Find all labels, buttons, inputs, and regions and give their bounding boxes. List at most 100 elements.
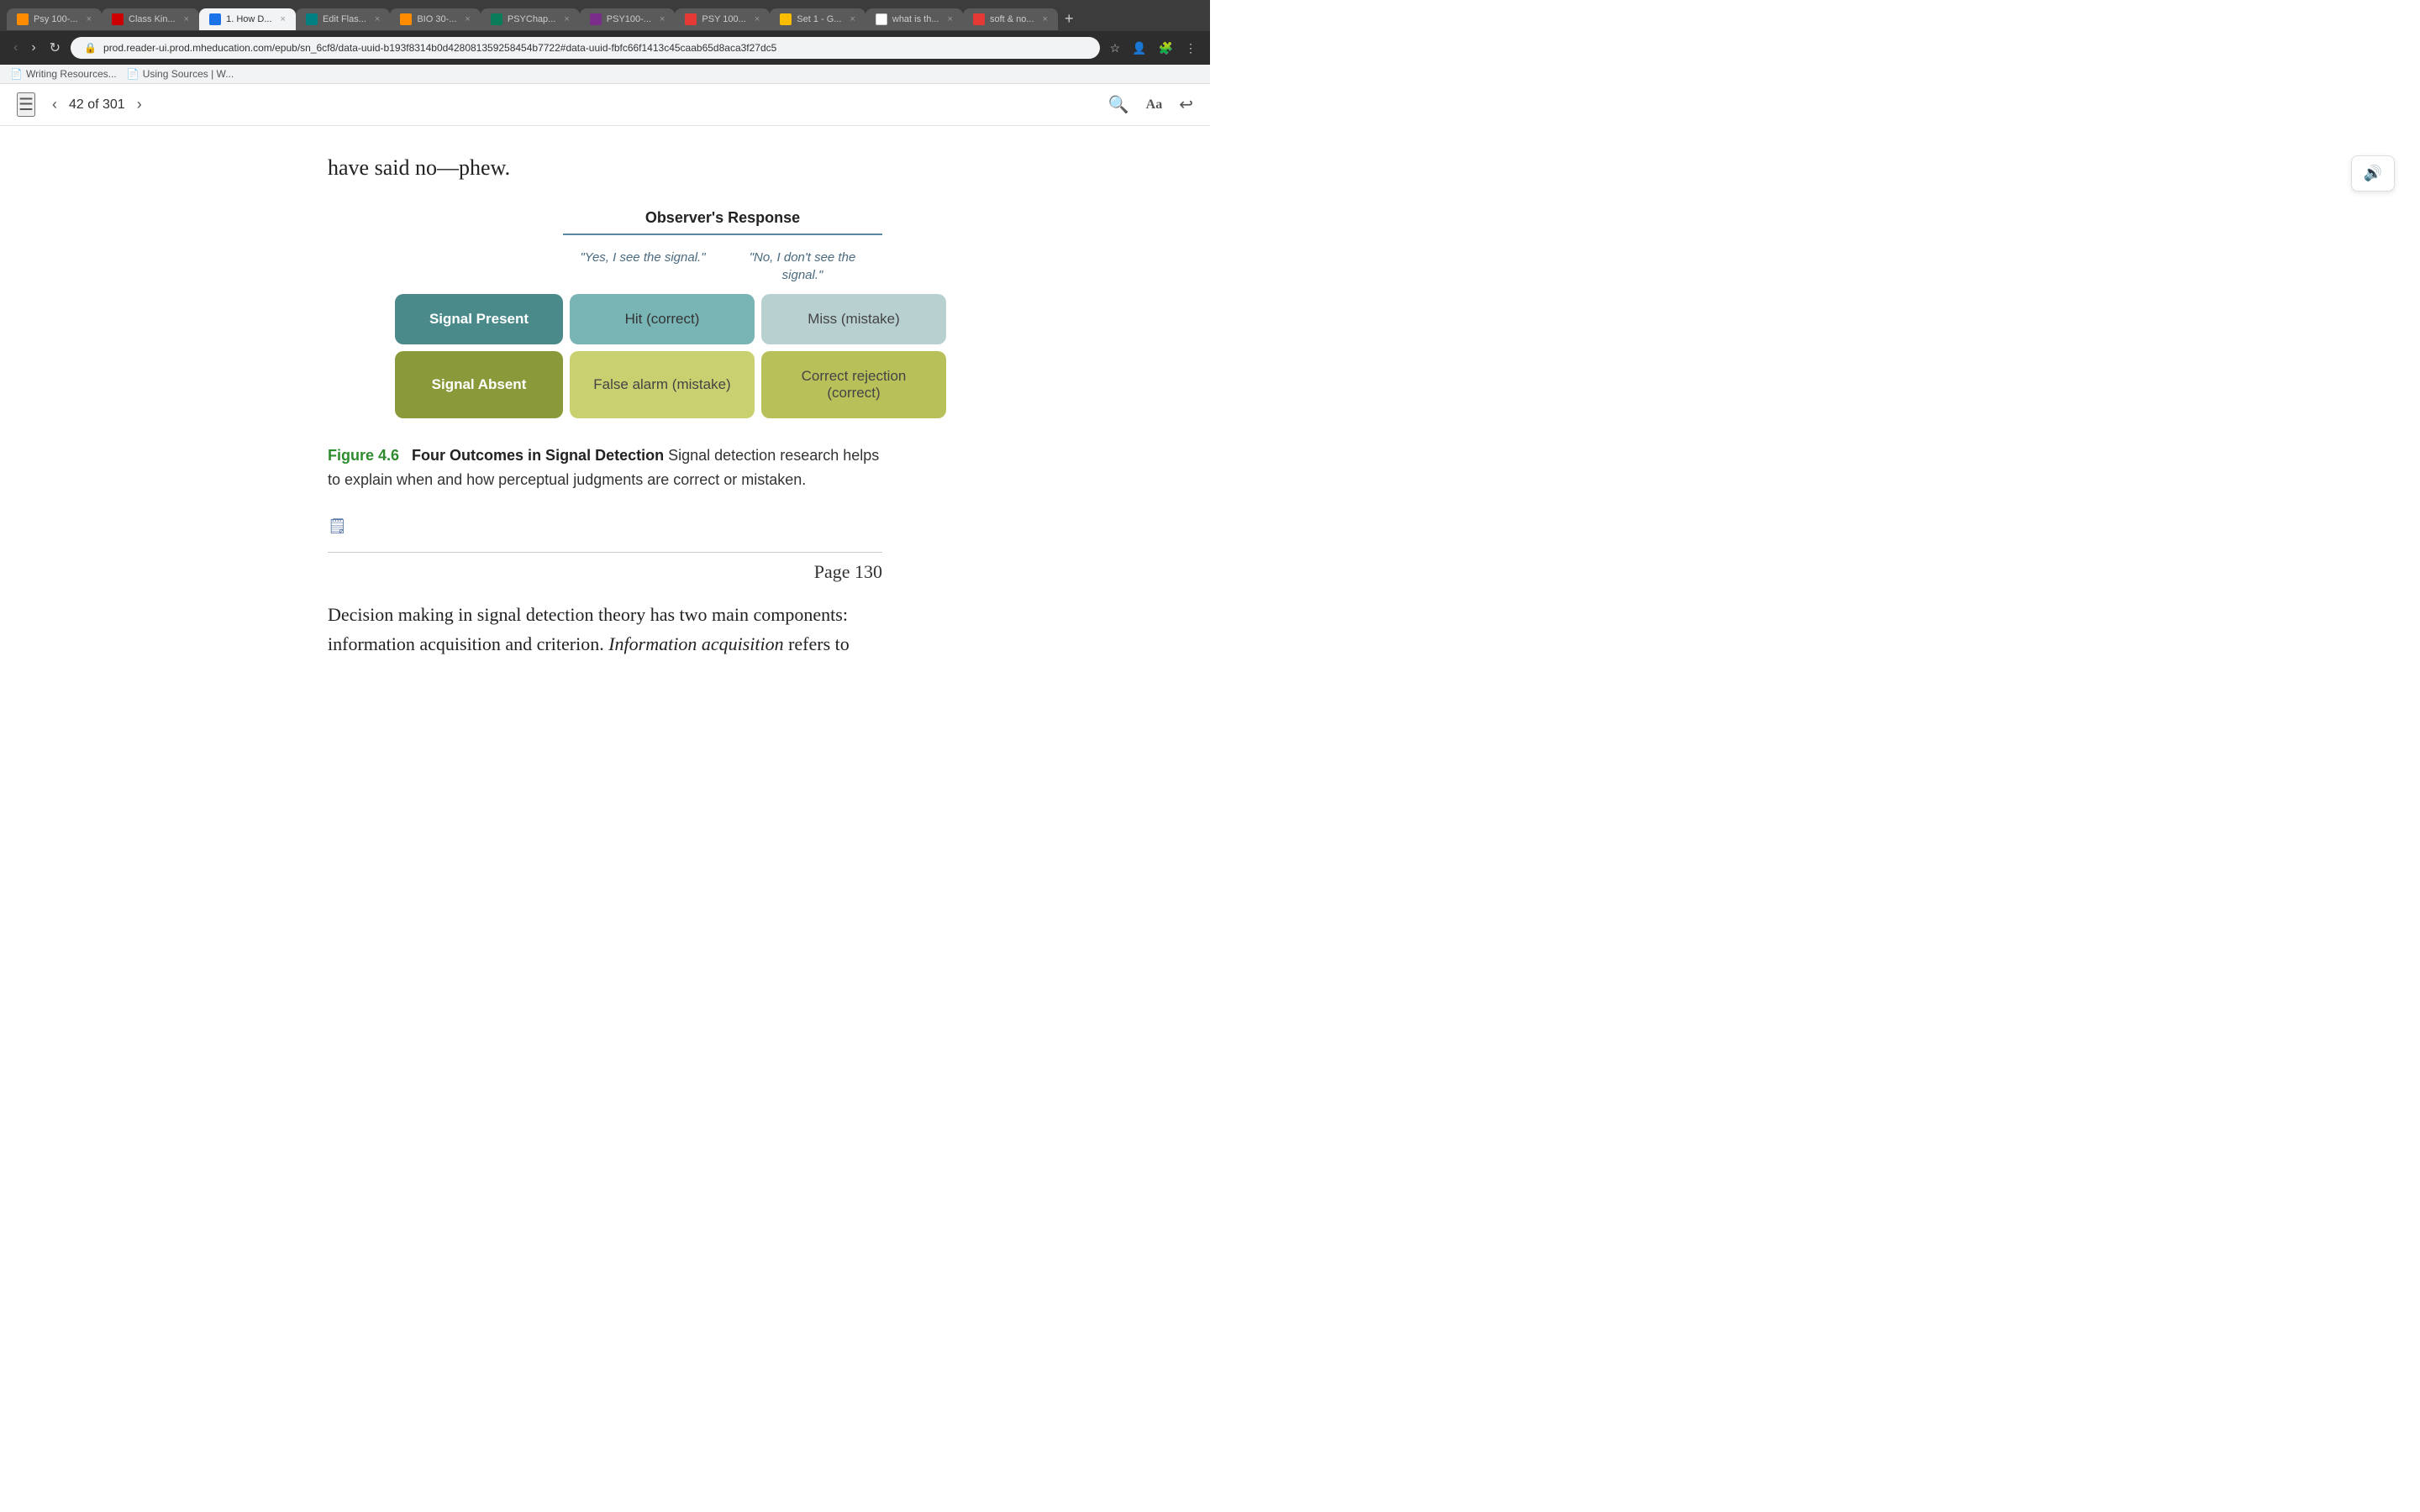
- no-response-header: "No, I don't see the signal.": [723, 249, 882, 284]
- note-icon[interactable]: 🗒: [328, 517, 882, 535]
- tab-close-psy100v3[interactable]: ×: [755, 14, 760, 24]
- tab-bio30[interactable]: BIO 30-... ×: [390, 8, 481, 30]
- bookmarks-bar: 📄 Writing Resources... 📄 Using Sources |…: [0, 65, 1210, 84]
- extensions-button[interactable]: 🧩: [1155, 38, 1176, 59]
- tab-psy100v2[interactable]: PSY100-... ×: [580, 8, 676, 30]
- false-alarm-cell: False alarm (mistake): [570, 351, 755, 418]
- figure-label: Figure 4.6: [328, 447, 399, 464]
- tab-psy100v3[interactable]: PSY 100... ×: [675, 8, 770, 30]
- toc-button[interactable]: ☰: [17, 92, 35, 117]
- page-separator: of: [87, 97, 103, 112]
- tab-title-bio30: BIO 30-...: [417, 14, 456, 24]
- miss-cell: Miss (mistake): [761, 294, 946, 344]
- reload-button[interactable]: ↻: [46, 36, 64, 60]
- tab-title-editflash: Edit Flas...: [323, 14, 366, 24]
- page-number: Page 130: [814, 561, 882, 582]
- tab-close-set1[interactable]: ×: [850, 14, 855, 24]
- tab-editflash[interactable]: Edit Flas... ×: [296, 8, 390, 30]
- new-tab-button[interactable]: +: [1058, 7, 1081, 31]
- tab-close-psychap[interactable]: ×: [564, 14, 569, 24]
- tab-close-bio30[interactable]: ×: [465, 14, 470, 24]
- forward-button[interactable]: ›: [28, 37, 39, 59]
- intro-text: have said no—phew.: [328, 151, 882, 184]
- back-reading-button[interactable]: ↩: [1179, 94, 1193, 115]
- toolbar-left: ☰ ‹ 42 of 301 ›: [17, 92, 145, 117]
- profile-button[interactable]: 👤: [1128, 38, 1150, 59]
- tab-close-editflash[interactable]: ×: [375, 14, 380, 24]
- tab-favicon-howdoes: [209, 13, 221, 25]
- page-total: 301: [103, 97, 125, 112]
- tab-favicon-psy100v3: [685, 13, 697, 25]
- prev-page-button[interactable]: ‹: [49, 92, 60, 117]
- reader-content: have said no—phew. Observer's Response "…: [227, 126, 983, 709]
- signal-detection-table: Observer's Response "Yes, I see the sign…: [395, 209, 882, 418]
- page-indicator: 42 of 301: [69, 97, 125, 113]
- bookmark-writing-icon: 📄: [10, 68, 23, 80]
- url-bar[interactable]: 🔒 prod.reader-ui.prod.mheducation.com/ep…: [71, 37, 1100, 59]
- tab-title-psy100: Psy 100-...: [34, 14, 78, 24]
- tab-title-howdoes: 1. How D...: [226, 14, 271, 24]
- response-sub-headers: "Yes, I see the signal." "No, I don't se…: [563, 249, 882, 284]
- search-button[interactable]: 🔍: [1108, 94, 1129, 115]
- browser-chrome: Psy 100-... × Class Kin... × 1. How D...…: [0, 0, 1210, 84]
- back-button[interactable]: ‹: [10, 37, 21, 59]
- tab-favicon-classking: [112, 13, 124, 25]
- tab-set1[interactable]: Set 1 - G... ×: [770, 8, 865, 30]
- bookmark-sources-label: Using Sources | W...: [143, 68, 234, 80]
- next-page-button[interactable]: ›: [134, 92, 145, 117]
- tab-bar: Psy 100-... × Class Kin... × 1. How D...…: [0, 0, 1210, 31]
- tab-close-soft[interactable]: ×: [1043, 14, 1048, 24]
- tab-favicon-bio30: [400, 13, 412, 25]
- tab-favicon-soft: [973, 13, 985, 25]
- bookmark-using-sources[interactable]: 📄 Using Sources | W...: [127, 68, 234, 80]
- tab-close-psy100v2[interactable]: ×: [660, 14, 665, 24]
- signal-absent-label: Signal Absent: [395, 351, 563, 418]
- bottom-text-line1: Decision making in signal detection theo…: [328, 604, 848, 625]
- sound-button[interactable]: 🔊: [2351, 155, 2395, 192]
- signal-present-label: Signal Present: [395, 294, 563, 344]
- tab-favicon-whatis: [876, 13, 887, 25]
- tab-close-psy100[interactable]: ×: [87, 14, 92, 24]
- tab-title-psy100v2: PSY100-...: [607, 14, 651, 24]
- tab-psy100[interactable]: Psy 100-... ×: [7, 8, 102, 30]
- bookmark-writing-label: Writing Resources...: [26, 68, 117, 80]
- tab-favicon-set1: [780, 13, 792, 25]
- page-number-section: Page 130: [328, 552, 882, 583]
- bottom-text-line2: information acquisition and criterion. I…: [328, 633, 850, 654]
- bookmark-star-button[interactable]: ☆: [1107, 38, 1124, 59]
- url-text: prod.reader-ui.prod.mheducation.com/epub…: [103, 42, 776, 54]
- tab-whatis[interactable]: what is th... ×: [865, 8, 963, 30]
- correct-rejection-cell: Correct rejection (correct): [761, 351, 946, 418]
- tab-soft[interactable]: soft & no... ×: [963, 8, 1058, 30]
- tab-title-set1: Set 1 - G...: [797, 14, 841, 24]
- bookmark-writing-resources[interactable]: 📄 Writing Resources...: [10, 68, 117, 80]
- tab-favicon-psychap: [491, 13, 502, 25]
- address-bar: ‹ › ↻ 🔒 prod.reader-ui.prod.mheducation.…: [0, 31, 1210, 65]
- tab-close-howdoes[interactable]: ×: [281, 14, 286, 24]
- bookmark-sources-icon: 📄: [127, 68, 139, 80]
- tab-title-soft: soft & no...: [990, 14, 1034, 24]
- table-grid: Signal Present Hit (correct) Miss (mista…: [395, 294, 882, 418]
- figure-caption: Figure 4.6 Four Outcomes in Signal Detec…: [328, 444, 882, 492]
- yes-response-header: "Yes, I see the signal.": [563, 249, 723, 284]
- tab-title-psychap: PSYChap...: [508, 14, 555, 24]
- figure-title: Four Outcomes in Signal Detection: [412, 447, 664, 464]
- page-current: 42: [69, 97, 84, 112]
- nav-controls: ‹ 42 of 301 ›: [49, 92, 145, 117]
- bottom-text: Decision making in signal detection theo…: [328, 600, 882, 659]
- observer-response-header: Observer's Response: [563, 209, 882, 235]
- font-settings-button[interactable]: Aa: [1146, 97, 1163, 113]
- tab-close-classking[interactable]: ×: [184, 14, 189, 24]
- tab-close-whatis[interactable]: ×: [948, 14, 953, 24]
- toolbar-right: 🔍 Aa ↩: [1108, 94, 1193, 115]
- tab-favicon-psy100: [17, 13, 29, 25]
- tab-classking[interactable]: Class Kin... ×: [102, 8, 199, 30]
- tab-title-classking: Class Kin...: [129, 14, 176, 24]
- tab-psychap[interactable]: PSYChap... ×: [481, 8, 580, 30]
- tab-howdoes[interactable]: 1. How D... ×: [199, 8, 296, 30]
- reader-toolbar: ☰ ‹ 42 of 301 › 🔍 Aa ↩: [0, 84, 1210, 126]
- tab-favicon-psy100v2: [590, 13, 602, 25]
- tab-title-psy100v3: PSY 100...: [702, 14, 745, 24]
- menu-button[interactable]: ⋮: [1181, 38, 1200, 59]
- tab-title-whatis: what is th...: [892, 14, 939, 24]
